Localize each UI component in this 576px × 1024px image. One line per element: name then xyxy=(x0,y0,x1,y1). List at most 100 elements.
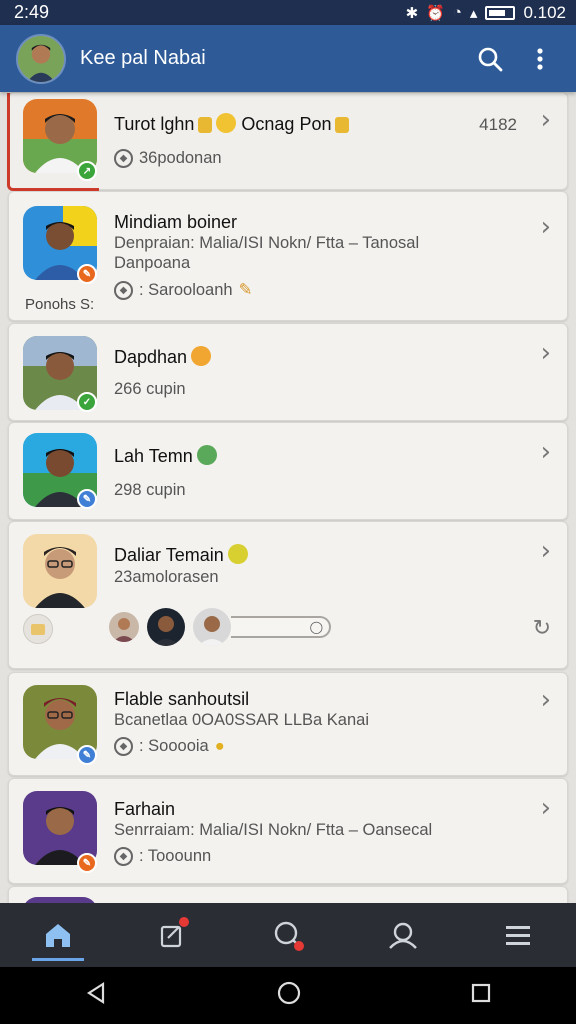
emoji-icon xyxy=(335,117,350,133)
attachment-icon[interactable] xyxy=(23,614,53,644)
chat-meta-text: : Tooounn xyxy=(139,847,212,865)
chat-preview: Denpraian: Malia/ISI Nokn/ Ftta – Tanosa… xyxy=(114,234,420,252)
participant-photo xyxy=(193,608,231,646)
chat-row[interactable]: ✎ Lah Temn › 298 cupin xyxy=(8,422,568,520)
chat-name: Dapdhan xyxy=(114,346,212,368)
signal-icon: ▴ xyxy=(469,4,478,22)
chat-meta: 298 cupin xyxy=(114,481,186,499)
chat-avatar[interactable] xyxy=(23,534,97,608)
chat-row[interactable]: Daliar Temain 23amolorasen › ◯ ↻ xyxy=(8,521,568,669)
status-bar: 2:49 ✱ ⏰ ◔ ▴ 0.102 xyxy=(0,0,576,25)
status-badge: ✎ xyxy=(77,489,97,509)
chat-meta: ◆ : Tooounn xyxy=(114,847,211,866)
chevron-right-icon[interactable]: › xyxy=(541,338,551,368)
circle-home-icon xyxy=(277,981,301,1005)
emoji-icon xyxy=(198,117,213,133)
chevron-right-icon[interactable]: › xyxy=(541,437,551,467)
participant-avatar[interactable] xyxy=(147,608,185,646)
status-badge: ✎ xyxy=(77,264,97,284)
chat-name: Turot lghn Ocnag Pon xyxy=(114,113,350,135)
box-icon: ◆ xyxy=(114,737,133,756)
chevron-right-icon[interactable]: › xyxy=(541,536,551,566)
chevron-right-icon[interactable]: › xyxy=(541,793,551,823)
nav-menu[interactable] xyxy=(488,907,548,963)
status-badge: ✎ xyxy=(77,853,97,873)
wifi-icon: ◔ xyxy=(452,4,462,21)
alarm-icon: ⏰ xyxy=(426,4,445,22)
chevron-right-icon[interactable]: › xyxy=(541,685,551,715)
chat-row[interactable]: ✎ Ponohs S: Mindiam boiner Denpraian: Ma… xyxy=(8,191,568,321)
menu-icon xyxy=(506,926,531,945)
app-title: Kee pal Nabai xyxy=(80,47,206,69)
nav-search[interactable] xyxy=(258,907,318,963)
contacts-icon xyxy=(389,922,418,949)
chat-name-text: Turot lghn xyxy=(114,114,195,134)
profile-avatar[interactable] xyxy=(16,33,66,84)
recents-button[interactable] xyxy=(471,983,491,1008)
status-right-text: 0.102 xyxy=(523,2,566,22)
participant-avatar[interactable] xyxy=(109,612,139,642)
box-icon: ◆ xyxy=(114,847,133,866)
chat-name: Lah Temn xyxy=(114,445,217,467)
status-badge: ↗ xyxy=(77,161,97,181)
chat-preview: Senrraiam: Malia/ISI Nokn/ Ftta – Oansec… xyxy=(114,821,433,839)
box-icon: ◆ xyxy=(114,149,133,168)
chat-meta: ◆ 36podonan xyxy=(114,149,222,168)
progress-bar: ◯ xyxy=(231,616,331,638)
pencil-emoji-icon: ✎ xyxy=(238,281,253,299)
chat-row[interactable]: ✎ Flable sanhoutsil Bcanetlaa 0OA0SSAR L… xyxy=(8,672,568,776)
nav-contacts[interactable] xyxy=(373,907,433,963)
chat-name: Flable sanhoutsil xyxy=(114,689,250,709)
chat-name-text: Daliar Temain xyxy=(114,545,224,565)
home-icon xyxy=(45,924,70,947)
search-button[interactable] xyxy=(468,37,512,81)
chat-row[interactable]: ↗ Turot lghn Ocnag Pon 4182 › ◆ 36podona… xyxy=(7,92,568,191)
chevron-right-icon[interactable]: › xyxy=(541,212,551,242)
chat-list[interactable]: ↗ Turot lghn Ocnag Pon 4182 › ◆ 36podona… xyxy=(0,92,576,903)
chevron-right-icon[interactable]: › xyxy=(541,105,551,135)
chat-name: Daliar Temain xyxy=(114,544,248,566)
participant-avatar[interactable] xyxy=(193,608,231,646)
globe-emoji-icon xyxy=(196,445,217,465)
chat-name-text: Dapdhan xyxy=(114,347,188,367)
overflow-menu-button[interactable] xyxy=(518,37,562,81)
chat-row[interactable]: ✓ Dapdhan › 266 cupin xyxy=(8,323,568,421)
chat-name: Mindiam boiner xyxy=(114,212,238,232)
nav-home[interactable] xyxy=(28,907,88,963)
chat-meta: ◆ : Sarooloanh ✎ xyxy=(114,280,252,300)
participant-photo xyxy=(147,608,185,646)
chat-row[interactable] xyxy=(8,886,568,903)
notification-dot xyxy=(178,917,189,927)
home-system-button[interactable] xyxy=(277,981,301,1010)
notification-dot xyxy=(293,941,304,951)
chat-row[interactable]: ✎ Farhain Senrraiam: Malia/ISI Nokn/ Ftt… xyxy=(8,778,568,884)
chat-preview: 23amolorasen xyxy=(114,568,219,586)
worried-emoji-icon xyxy=(191,346,212,366)
back-button[interactable] xyxy=(85,981,107,1009)
participant-photo xyxy=(109,612,139,642)
side-label: Ponohs S: xyxy=(25,296,95,313)
lightbulb-emoji-icon: ● xyxy=(214,737,225,755)
battery-icon xyxy=(485,5,516,20)
chat-name: Farhain xyxy=(114,799,176,819)
box-icon: ◆ xyxy=(114,280,133,300)
chat-preview: Bcanetlaa 0OA0SSAR LLBa Kanai xyxy=(114,711,370,729)
nav-compose[interactable] xyxy=(143,907,203,963)
bluetooth-icon: ✱ xyxy=(405,4,419,22)
square-recents-icon xyxy=(471,983,491,1003)
chat-meta-text: : Sooooia xyxy=(139,737,209,755)
status-icons: ✱ ⏰ ◔ ▴ 0.102 xyxy=(406,3,566,23)
status-time: 2:49 xyxy=(14,2,50,22)
back-triangle-icon xyxy=(86,981,105,1005)
chat-meta: ◆ : Sooooia ● xyxy=(114,737,225,756)
status-badge: ✓ xyxy=(77,392,97,412)
chat-meta: 266 cupin xyxy=(114,380,186,398)
chat-name-text: Lah Temn xyxy=(114,446,193,466)
bottom-nav xyxy=(0,903,576,967)
participants-row: ◯ xyxy=(109,608,331,646)
chat-meta-text: : Sarooloanh xyxy=(139,280,233,299)
more-vert-icon xyxy=(537,47,543,70)
profile-avatar-image xyxy=(18,35,64,82)
chat-preview-line2: Danpoana xyxy=(114,254,191,272)
expand-icon[interactable]: ↻ xyxy=(533,616,551,641)
